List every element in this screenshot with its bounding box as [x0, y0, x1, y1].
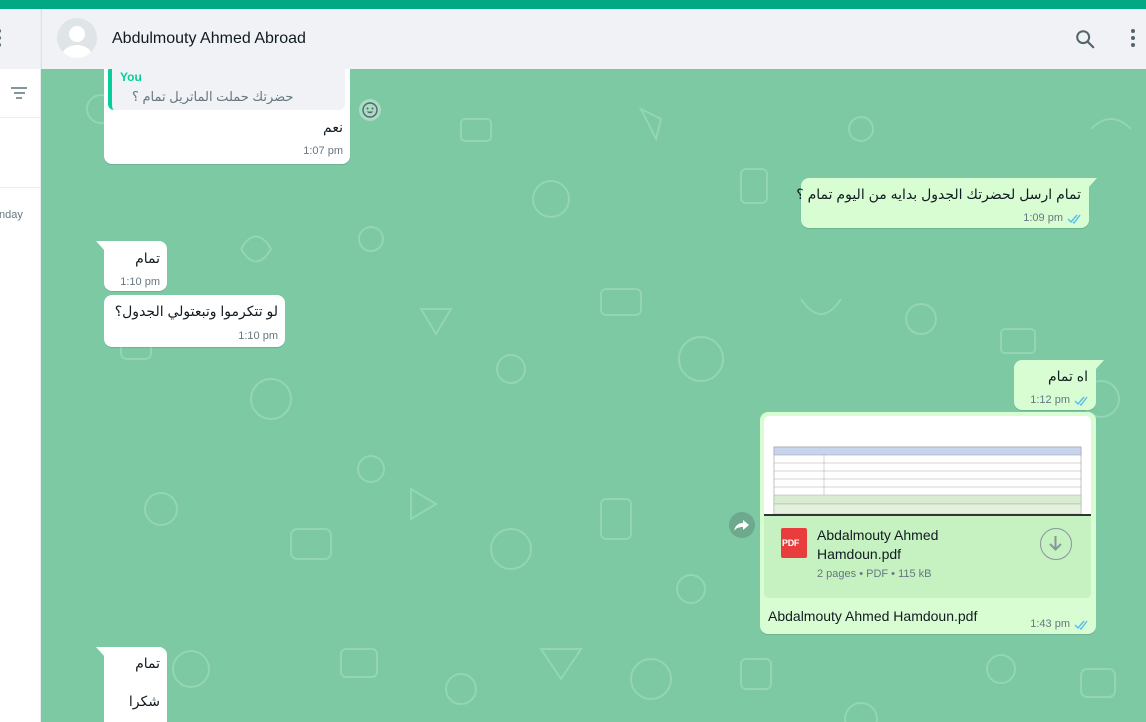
- document-message[interactable]: PDF Abdalmouty Ahmed Hamdoun.pdf 2 pages…: [760, 412, 1096, 634]
- message-text: نعم: [323, 119, 343, 135]
- message-time: 1:43 pm: [1030, 618, 1070, 630]
- emoji-react-icon[interactable]: [359, 99, 381, 121]
- message-text: تمام ارسل لحضرتك الجدول بدايه من اليوم ت…: [796, 186, 1081, 202]
- quoted-text: حضرتك حملت الماتريل تمام ؟: [132, 89, 294, 104]
- forward-icon[interactable]: [729, 512, 755, 538]
- message-bubble-incoming[interactable]: You حضرتك حملت الماتريل تمام ؟ نعم 1:07 …: [104, 69, 350, 164]
- quoted-message[interactable]: You حضرتك حملت الماتريل تمام ؟: [108, 69, 345, 110]
- read-receipt-icon: [1067, 214, 1081, 224]
- document-caption: Abdalmouty Ahmed Hamdoun.pdf: [768, 608, 978, 624]
- message-time: 1:10 pm: [238, 330, 278, 342]
- download-icon[interactable]: [1040, 528, 1072, 560]
- top-accent-strip: [0, 0, 1146, 9]
- message-bubble-incoming[interactable]: تمام شكرا: [96, 647, 167, 722]
- message-text: تمام: [135, 250, 160, 266]
- document-thumbnail: [764, 446, 1091, 516]
- message-text: تمام: [135, 655, 160, 671]
- message-bubble-incoming[interactable]: لو تتكرموا وتبعتولي الجدول؟ 1:10 pm: [104, 295, 285, 347]
- message-pane[interactable]: You حضرتك حملت الماتريل تمام ؟ نعم 1:07 …: [41, 69, 1146, 722]
- chat-list-panel: nday: [0, 9, 41, 722]
- message-time: 1:09 pm: [1023, 212, 1063, 224]
- message-text: اه تمام: [1047, 368, 1088, 384]
- read-receipt-icon: [1074, 396, 1088, 406]
- document-meta: 2 pages • PDF • 115 kB: [817, 568, 932, 580]
- message-time: 1:12 pm: [1030, 394, 1070, 406]
- message-time: 1:07 pm: [303, 145, 343, 157]
- chat-list-date: nday: [0, 209, 23, 221]
- read-receipt-icon: [1074, 620, 1088, 630]
- message-text: لو تتكرموا وتبعتولي الجدول؟: [114, 303, 278, 319]
- quoted-author: You: [120, 70, 142, 84]
- document-info[interactable]: PDF Abdalmouty Ahmed Hamdoun.pdf 2 pages…: [764, 516, 1091, 598]
- message-text: شكرا: [128, 693, 160, 709]
- pdf-file-icon: PDF: [781, 528, 807, 558]
- divider: [0, 117, 40, 118]
- message-bubble-incoming[interactable]: تمام 1:10 pm: [96, 241, 167, 291]
- document-preview[interactable]: [764, 416, 1091, 516]
- message-time: 1:10 pm: [120, 276, 160, 288]
- message-bubble-outgoing[interactable]: تمام ارسل لحضرتك الجدول بدايه من اليوم ت…: [796, 178, 1097, 228]
- conversation-header[interactable]: Abdulmouty Ahmed Abroad: [41, 9, 1146, 69]
- divider: [0, 187, 40, 188]
- menu-icon[interactable]: [0, 29, 5, 49]
- document-pages: 2 pages: [817, 568, 857, 580]
- menu-icon[interactable]: [1131, 29, 1137, 49]
- document-file-name[interactable]: Abdalmouty Ahmed Hamdoun.pdf: [817, 526, 1007, 564]
- document-type: PDF: [866, 568, 889, 580]
- search-icon[interactable]: [1074, 28, 1096, 50]
- contact-name[interactable]: Abdulmouty Ahmed Abroad: [112, 30, 306, 48]
- avatar[interactable]: [57, 18, 97, 58]
- chat-list-header: [0, 9, 40, 69]
- document-size: 115 kB: [898, 568, 932, 580]
- filter-icon[interactable]: [10, 87, 28, 101]
- message-bubble-outgoing[interactable]: اه تمام 1:12 pm: [1014, 360, 1104, 410]
